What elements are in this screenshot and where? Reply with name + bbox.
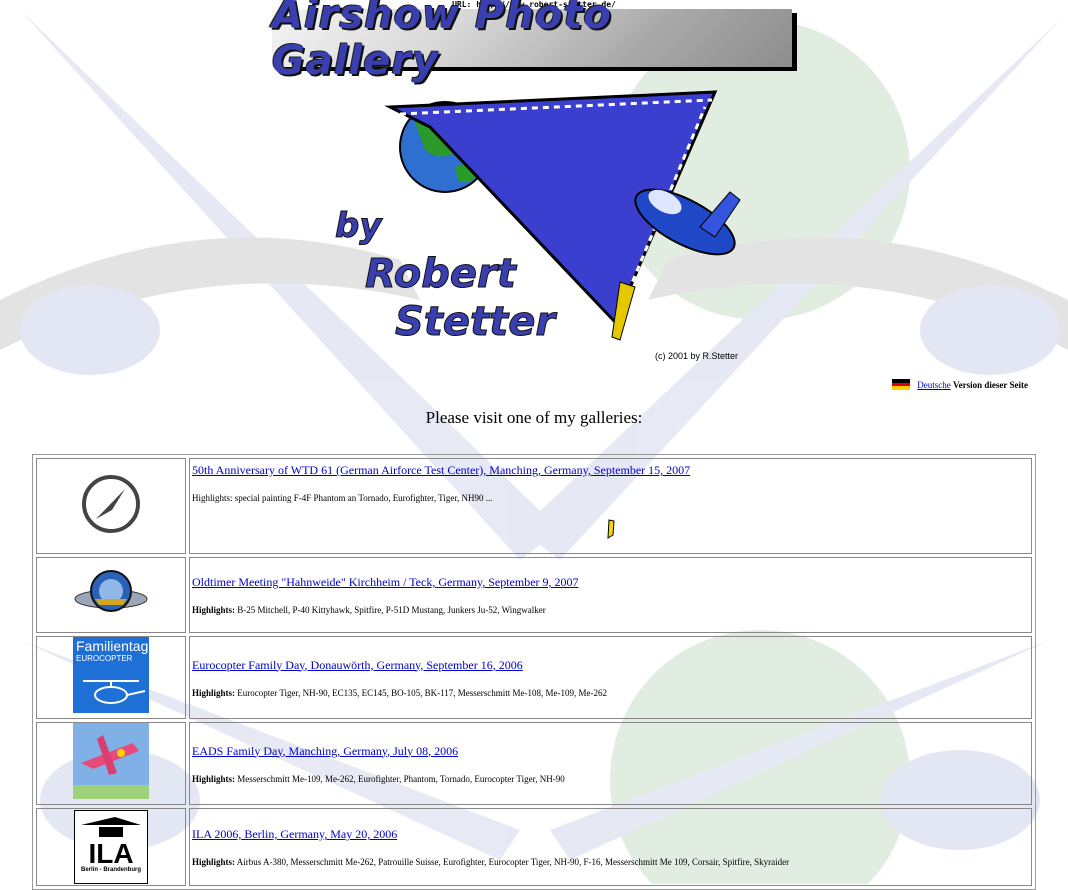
gallery-link[interactable]: Oldtimer Meeting "Hahnweide" Kirchheim /… xyxy=(192,575,579,590)
gallery-row: 50th Anniversary of WTD 61 (German Airfo… xyxy=(36,458,1032,554)
gallery-banner: Airshow Photo Gallery xyxy=(272,0,792,84)
ila-berlin-logo-icon[interactable]: ILA Berlin - Brandenburg xyxy=(74,810,148,884)
language-switch: Deutsche Version dieser Seite xyxy=(892,379,1028,391)
gallery-row: EADS Family Day, Manching, Germany, July… xyxy=(36,722,1032,805)
hero-stetter: Stetter xyxy=(395,299,557,345)
hero-robert: Robert xyxy=(365,251,518,297)
copyright-note: (c) 2001 by R.Stetter xyxy=(655,351,739,361)
gallery-info-cell: EADS Family Day, Manching, Germany, July… xyxy=(189,722,1032,805)
gallery-link[interactable]: ILA 2006, Berlin, Germany, May 20, 2006 xyxy=(192,827,397,842)
eurocopter-familientag-icon[interactable]: Familientag EUROCOPTER xyxy=(73,637,149,713)
gallery-highlights: Highlights: special painting F-4F Phanto… xyxy=(192,493,493,503)
pencil-icon xyxy=(606,519,615,539)
german-version-suffix: Version dieser Seite xyxy=(953,379,1028,390)
hahnweide-logo-icon[interactable] xyxy=(73,565,149,621)
gallery-list: 50th Anniversary of WTD 61 (German Airfo… xyxy=(32,454,1036,890)
gallery-info-cell: ILA 2006, Berlin, Germany, May 20, 2006 … xyxy=(189,808,1032,886)
gallery-link[interactable]: EADS Family Day, Manching, Germany, July… xyxy=(192,744,458,759)
gallery-link[interactable]: Eurocopter Family Day, Donauwörth, Germa… xyxy=(192,658,523,673)
invite-heading: Please visit one of my galleries: xyxy=(425,408,643,427)
gallery-info-cell: 50th Anniversary of WTD 61 (German Airfo… xyxy=(189,458,1032,554)
gallery-highlights: Highlights: B-25 Mitchell, P-40 Kittyhaw… xyxy=(192,605,546,615)
german-version-link[interactable]: Deutsche xyxy=(917,380,951,390)
gallery-thumb-cell: ILA Berlin - Brandenburg xyxy=(36,808,186,886)
gallery-row: ILA Berlin - Brandenburg ILA 2006, Berli… xyxy=(36,808,1032,886)
gallery-thumb-cell: Familientag EUROCOPTER xyxy=(36,636,186,719)
gallery-highlights: Highlights: Airbus A-380, Messerschmitt … xyxy=(192,857,790,867)
gallery-link[interactable]: 50th Anniversary of WTD 61 (German Airfo… xyxy=(192,463,690,478)
gallery-thumb-cell xyxy=(36,722,186,805)
gallery-info-cell: Oldtimer Meeting "Hahnweide" Kirchheim /… xyxy=(189,557,1032,633)
gallery-highlights: Highlights: Messerschmitt Me-109, Me-262… xyxy=(192,773,565,784)
hero-by: by xyxy=(335,206,383,246)
german-flag-icon[interactable] xyxy=(892,379,911,391)
hero-logo: by Robert Stetter xyxy=(335,90,741,346)
eads-family-day-icon[interactable] xyxy=(73,723,149,799)
gallery-row: Familientag EUROCOPTER Eurocopter Family… xyxy=(36,636,1032,719)
gallery-highlights: Highlights: Eurocopter Tiger, NH-90, EC1… xyxy=(192,687,608,698)
gallery-thumb-cell xyxy=(36,458,186,554)
gallery-thumb-cell xyxy=(36,557,186,633)
wtd61-emblem-icon[interactable] xyxy=(79,472,143,536)
gallery-info-cell: Eurocopter Family Day, Donauwörth, Germa… xyxy=(189,636,1032,719)
gallery-row: Oldtimer Meeting "Hahnweide" Kirchheim /… xyxy=(36,557,1032,633)
